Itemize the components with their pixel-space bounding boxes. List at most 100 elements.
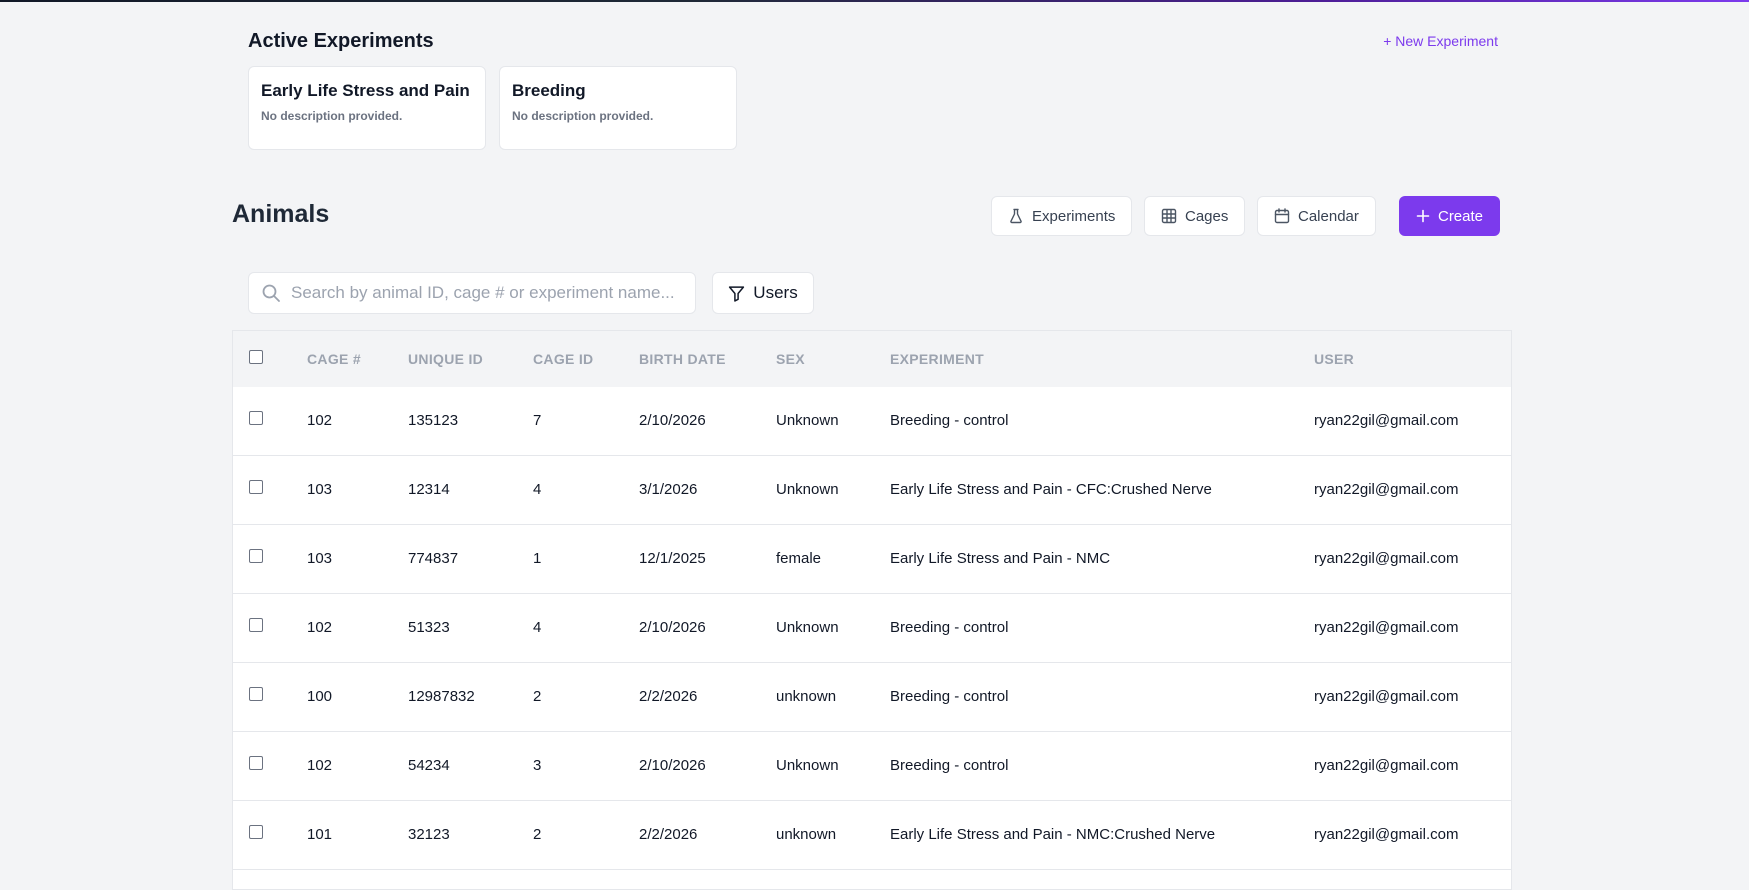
experiment-cell: Early Life Stress and Pain - NMC	[890, 550, 1111, 567]
cage-number-cell: 103	[307, 550, 333, 567]
experiment-cell: Breeding - control	[890, 619, 1009, 636]
sex-cell: Unknown	[776, 757, 839, 774]
table-row[interactable]: 102 54234 3 2/10/2026 Unknown Breeding - cont…	[233, 732, 1511, 801]
cage-number-cell: 103	[307, 481, 333, 498]
table-body: 102 135123 7 2/10/2026 Unknown Breeding - con…	[233, 387, 1511, 870]
experiment-card-description: No description provided.	[261, 109, 403, 123]
experiment-card[interactable]: Breeding No description provided.	[499, 66, 737, 150]
sex-cell: Unknown	[776, 619, 839, 636]
top-accent-bar	[0, 0, 1749, 2]
row-checkbox[interactable]	[249, 756, 263, 770]
cage-number-cell: 102	[307, 619, 333, 636]
create-button-label: Create	[1437, 207, 1484, 225]
flask-icon	[1010, 208, 1022, 224]
birth-date-cell: 2/2/2026	[639, 826, 698, 843]
sex-cell: Unknown	[776, 412, 839, 429]
users-filter-label: Users	[753, 283, 798, 302]
active-experiments-title: Active Experiments	[248, 29, 434, 52]
filter-icon	[729, 285, 745, 302]
experiment-cell: Early Life Stress and Pain - NMC:Crushed…	[890, 826, 1216, 843]
birth-date-cell: 2/10/2026	[639, 757, 706, 774]
table-row[interactable]: 102 51323 4 2/10/2026 Unknown Breeding - cont…	[233, 594, 1511, 663]
row-checkbox[interactable]	[249, 618, 263, 632]
experiment-card-description: No description provided.	[512, 109, 654, 123]
sex-cell: female	[776, 550, 822, 567]
row-checkbox[interactable]	[249, 687, 263, 701]
grid-icon	[1161, 208, 1177, 224]
experiment-cell: Breeding - control	[890, 688, 1009, 705]
cages-button[interactable]: Cages	[1144, 196, 1246, 236]
user-cell: ryan22gil@gmail.com	[1314, 826, 1459, 843]
users-filter-button[interactable]: Users	[712, 272, 814, 314]
search-input[interactable]	[289, 282, 693, 304]
cage-id-cell: 1	[533, 550, 542, 567]
row-checkbox[interactable]	[249, 411, 263, 425]
user-cell: ryan22gil@gmail.com	[1314, 481, 1459, 498]
unique-id-cell: 32123	[408, 826, 450, 843]
active-experiments-header: Active Experiments + New Experiment	[248, 26, 1498, 56]
cage-number-cell: 102	[307, 412, 333, 429]
table-row[interactable]: 103 774837 1 12/1/2025 female Early Life Stre…	[233, 525, 1511, 594]
cage-id-cell: 4	[533, 481, 542, 498]
unique-id-cell: 12987832	[408, 688, 475, 705]
experiment-cell: Early Life Stress and Pain - CFC:Crushed…	[890, 481, 1212, 498]
user-cell: ryan22gil@gmail.com	[1314, 757, 1459, 774]
cage-number-cell: 102	[307, 757, 333, 774]
table-row[interactable]: 101 32123 2 2/2/2026 unknown Early Life Stres…	[233, 801, 1511, 870]
column-header[interactable]: USER	[1314, 351, 1354, 367]
cages-button-label: Cages	[1185, 207, 1229, 225]
experiment-cards: Early Life Stress and Pain No descriptio…	[248, 66, 737, 150]
birth-date-cell: 3/1/2026	[639, 481, 698, 498]
new-experiment-link[interactable]: + New Experiment	[1383, 33, 1498, 49]
table-header: CAGE # UNIQUE ID CAGE ID BIRTH DATE SEX …	[233, 331, 1511, 387]
cage-id-cell: 3	[533, 757, 542, 774]
search-box	[248, 272, 696, 314]
sex-cell: unknown	[776, 826, 837, 843]
table-row[interactable]: 103 12314 4 3/1/2026 Unknown Early Life Stres…	[233, 456, 1511, 525]
create-button[interactable]: Create	[1399, 196, 1500, 236]
unique-id-cell: 774837	[408, 550, 459, 567]
plus-icon	[1416, 209, 1430, 223]
column-header[interactable]: CAGE #	[307, 351, 361, 367]
birth-date-cell: 12/1/2025	[639, 550, 706, 567]
user-cell: ryan22gil@gmail.com	[1314, 619, 1459, 636]
experiment-card[interactable]: Early Life Stress and Pain No descriptio…	[248, 66, 486, 150]
row-checkbox[interactable]	[249, 825, 263, 839]
select-all-checkbox[interactable]	[249, 350, 263, 364]
experiment-cell: Breeding - control	[890, 412, 1009, 429]
row-checkbox[interactable]	[249, 549, 263, 563]
user-cell: ryan22gil@gmail.com	[1314, 688, 1459, 705]
experiments-button[interactable]: Experiments	[991, 196, 1133, 236]
column-header[interactable]: BIRTH DATE	[639, 351, 726, 367]
animals-table: CAGE # UNIQUE ID CAGE ID BIRTH DATE SEX …	[232, 330, 1512, 890]
sex-cell: unknown	[776, 688, 837, 705]
cage-id-cell: 2	[533, 826, 542, 843]
sex-cell: Unknown	[776, 481, 839, 498]
unique-id-cell: 135123	[408, 412, 459, 429]
birth-date-cell: 2/2/2026	[639, 688, 698, 705]
calendar-button-label: Calendar	[1298, 207, 1359, 225]
unique-id-cell: 12314	[408, 481, 450, 498]
experiment-cell: Breeding - control	[890, 757, 1009, 774]
cage-id-cell: 2	[533, 688, 542, 705]
column-header[interactable]: SEX	[776, 351, 805, 367]
table-row[interactable]: 100 12987832 2 2/2/2026 unknown Breeding - co…	[233, 663, 1511, 732]
calendar-icon	[1274, 208, 1290, 224]
cage-id-cell: 4	[533, 619, 542, 636]
row-checkbox[interactable]	[249, 480, 263, 494]
user-cell: ryan22gil@gmail.com	[1314, 412, 1459, 429]
cage-number-cell: 100	[307, 688, 333, 705]
column-header[interactable]: EXPERIMENT	[890, 351, 984, 367]
unique-id-cell: 51323	[408, 619, 450, 636]
cage-id-cell: 7	[533, 412, 542, 429]
column-header[interactable]: CAGE ID	[533, 351, 593, 367]
search-icon	[262, 284, 280, 302]
birth-date-cell: 2/10/2026	[639, 412, 706, 429]
user-cell: ryan22gil@gmail.com	[1314, 550, 1459, 567]
cage-number-cell: 101	[307, 826, 333, 843]
calendar-button[interactable]: Calendar	[1257, 196, 1376, 236]
page-title: Animals	[232, 200, 330, 228]
table-row[interactable]: 102 135123 7 2/10/2026 Unknown Breeding - con…	[233, 387, 1511, 456]
column-header[interactable]: UNIQUE ID	[408, 351, 483, 367]
birth-date-cell: 2/10/2026	[639, 619, 706, 636]
